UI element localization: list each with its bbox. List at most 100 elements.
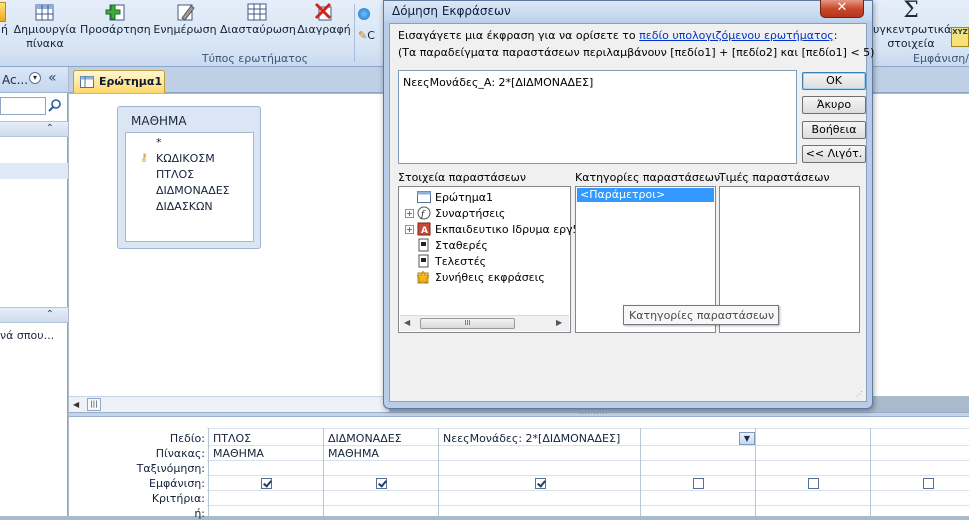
field-item-all[interactable]: * xyxy=(156,136,162,149)
navigation-pane: Ac... ▾ « ⌃ ⌃ νά σπου... xyxy=(0,67,68,516)
nav-section-header[interactable]: ⌃ xyxy=(0,121,68,137)
help-button[interactable]: Βοήθεια xyxy=(802,121,866,139)
tree-horizontal-scrollbar[interactable]: ◀ III ▶ xyxy=(400,315,569,331)
query-icon xyxy=(80,76,94,91)
expression-builder-dialog: Δόμηση Εκφράσεων ✕ Εισαγάγετε μια έκφρασ… xyxy=(383,0,874,409)
field-item[interactable]: ΔΙΔΜΟΝΑΔΕΣ xyxy=(156,184,230,197)
grid-table-cell[interactable]: ΜΑΘΗΜΑ xyxy=(328,447,379,460)
scroll-thumb[interactable]: III xyxy=(420,318,515,329)
totals-button[interactable]: Σ υγκεντρωτικά στοιχεία xyxy=(873,0,951,50)
expression-values-label: Τιμές παραστάσεων xyxy=(719,171,830,184)
dialog-example-text: (Τα παραδείγματα παραστάσεων περιλαμβάνο… xyxy=(398,46,875,59)
show-checkbox[interactable] xyxy=(376,478,387,489)
dialog-title: Δόμηση Εκφράσεων xyxy=(392,4,511,18)
less-button[interactable]: << Λιγότ. xyxy=(802,145,866,163)
grid-column-divider xyxy=(755,428,756,516)
tree-item-functions[interactable]: + f Συναρτήσεις xyxy=(405,206,505,220)
ok-button[interactable]: ΟΚ xyxy=(802,72,866,90)
ribbon-group-label: Τύπος ερωτήματος xyxy=(201,52,309,65)
grid-column-divider xyxy=(208,428,209,516)
tree-item-query[interactable]: Ερώτημα1 xyxy=(405,190,493,204)
grid-row-label-field: Πεδίο: xyxy=(169,432,205,445)
expression-input[interactable]: ΝεεςΜονάδες_Α: 2*[ΔΙΔΜΟΝΑΔΕΣ] xyxy=(398,70,797,164)
grid-field-cell[interactable]: ΝεεςΜονάδες: 2*[ΔΙΔΜΟΝΑΔΕΣ] xyxy=(443,432,620,445)
field-item[interactable]: ΠΤΛΟΣ xyxy=(156,168,194,181)
tree-item-operators[interactable]: Τελεστές xyxy=(405,254,486,268)
category-item-parameters[interactable]: <Παράμετροι> xyxy=(577,188,714,202)
expression-elements-tree[interactable]: Ερώτημα1 + f Συναρτήσεις + A Εκπαιδευτικ… xyxy=(398,186,580,333)
close-button[interactable]: ✕ xyxy=(820,0,864,18)
globe-icon[interactable] xyxy=(358,8,370,20)
delete-button[interactable]: Διαγραφή xyxy=(296,0,352,50)
pencil-icon: ✎ xyxy=(358,29,368,42)
grid-column-divider xyxy=(438,428,439,516)
resize-grip-icon[interactable]: ⋰ xyxy=(856,390,863,398)
scroll-left-icon[interactable]: ◀ xyxy=(73,400,79,409)
nav-selected-item[interactable] xyxy=(0,163,68,179)
nav-collapse-icon[interactable]: « xyxy=(48,70,57,86)
crosstab-button[interactable]: Διασταύρωση xyxy=(220,0,296,50)
show-checkbox[interactable] xyxy=(808,478,819,489)
show-checkbox[interactable] xyxy=(923,478,934,489)
show-checkbox[interactable] xyxy=(261,478,272,489)
tree-item-constants[interactable]: Σταθερές xyxy=(405,238,488,252)
chevron-up-icon: ⌃ xyxy=(45,123,54,134)
scroll-thumb[interactable]: ||| xyxy=(87,398,101,411)
property-sheet-icon[interactable]: XYZ xyxy=(951,27,969,47)
grid-column-divider xyxy=(640,428,641,516)
nav-search-input[interactable] xyxy=(0,97,46,115)
svg-text:A: A xyxy=(421,226,428,236)
append-icon xyxy=(80,0,150,22)
expand-icon[interactable]: + xyxy=(405,224,414,234)
expression-categories-label: Κατηγορίες παραστάσεων xyxy=(575,171,721,184)
tree-item-database[interactable]: + A Εκπαιδευτικο Ιδρυμα εργ5 xyxy=(405,222,580,236)
dialog-titlebar[interactable]: Δόμηση Εκφράσεων xyxy=(384,1,872,22)
append-button[interactable]: Προσάρτηση xyxy=(80,0,151,50)
ribbon-group-label-show-hide: Εμφάνιση/ xyxy=(913,52,969,65)
nav-section-header-2[interactable]: ⌃ xyxy=(0,307,68,323)
constants-icon xyxy=(417,238,431,252)
tree-item-common-expressions[interactable]: Συνήθεις εκφράσεις xyxy=(405,270,545,284)
field-item[interactable]: ΚΩΔΙΚΟΣΜ xyxy=(156,152,215,165)
grid-field-cell[interactable]: ΠΤΛΟΣ xyxy=(213,432,251,445)
update-button[interactable]: Ενημέρωση xyxy=(152,0,218,50)
grid-field-cell[interactable]: ΔΙΔΜΟΝΑΔΕΣ xyxy=(328,432,402,445)
ribbon-small-item[interactable]: ✎C xyxy=(358,29,375,42)
scroll-right-icon[interactable]: ▶ xyxy=(556,318,562,327)
nav-header[interactable]: Ac... ▾ « xyxy=(0,67,68,93)
grid-table-cell[interactable]: ΜΑΘΗΜΑ xyxy=(213,447,264,460)
field-list-box: * ⚷ ΚΩΔΙΚΟΣΜ ΠΤΛΟΣ ΔΙΔΜΟΝΑΔΕΣ ΔΙΔΑΣΚΩΝ xyxy=(125,132,254,242)
table-title: ΜΑΘΗΜΑ xyxy=(131,114,187,128)
scroll-left-icon[interactable]: ◀ xyxy=(404,318,410,327)
field-item[interactable]: ΔΙΔΑΣΚΩΝ xyxy=(156,200,213,213)
grid-row-label-sort: Ταξινόμηση: xyxy=(136,462,205,475)
grid-column-divider xyxy=(323,428,324,516)
primary-key-icon: ⚷ xyxy=(140,151,149,164)
totals-icon: Σ xyxy=(903,0,919,23)
horizontal-scrollbar[interactable]: ◀ ||| xyxy=(69,396,389,412)
calculated-field-link[interactable]: πεδίο υπολογιζόμενου ερωτήματος xyxy=(639,29,834,42)
common-expressions-icon xyxy=(417,270,431,284)
dialog-body: Εισαγάγετε μια έκφραση για να ορίσετε το… xyxy=(389,23,874,402)
nav-dropdown-icon[interactable]: ▾ xyxy=(29,72,41,84)
field-dropdown-button[interactable]: ▼ xyxy=(739,432,755,445)
grid-row-label-table: Πίνακας: xyxy=(155,447,205,460)
show-checkbox[interactable] xyxy=(693,478,704,489)
update-icon xyxy=(152,0,218,22)
nav-item[interactable]: νά σπου... xyxy=(0,329,54,342)
grid-line xyxy=(207,460,969,461)
show-checkbox[interactable] xyxy=(535,478,546,489)
expand-icon[interactable]: + xyxy=(405,208,414,218)
crosstab-icon xyxy=(220,0,294,22)
tab-query1[interactable]: Ερώτημα1 xyxy=(73,70,165,93)
grid-row-label-criteria: Κριτήρια: xyxy=(151,492,205,505)
operators-icon xyxy=(417,254,431,268)
grid-row-label-show: Εμφάνιση: xyxy=(149,477,205,490)
search-icon[interactable] xyxy=(48,98,62,115)
grid-line xyxy=(207,505,969,506)
cancel-button[interactable]: Άκυρο xyxy=(802,96,866,114)
table-field-list[interactable]: ΜΑΘΗΜΑ * ⚷ ΚΩΔΙΚΟΣΜ ΠΤΛΟΣ ΔΙΔΜΟΝΑΔΕΣ ΔΙΔ… xyxy=(117,106,261,249)
make-table-button[interactable]: Δημιουργία πίνακα xyxy=(12,0,78,50)
ribbon-partial-button[interactable]: ή xyxy=(0,0,8,50)
function-icon: f xyxy=(417,206,431,220)
